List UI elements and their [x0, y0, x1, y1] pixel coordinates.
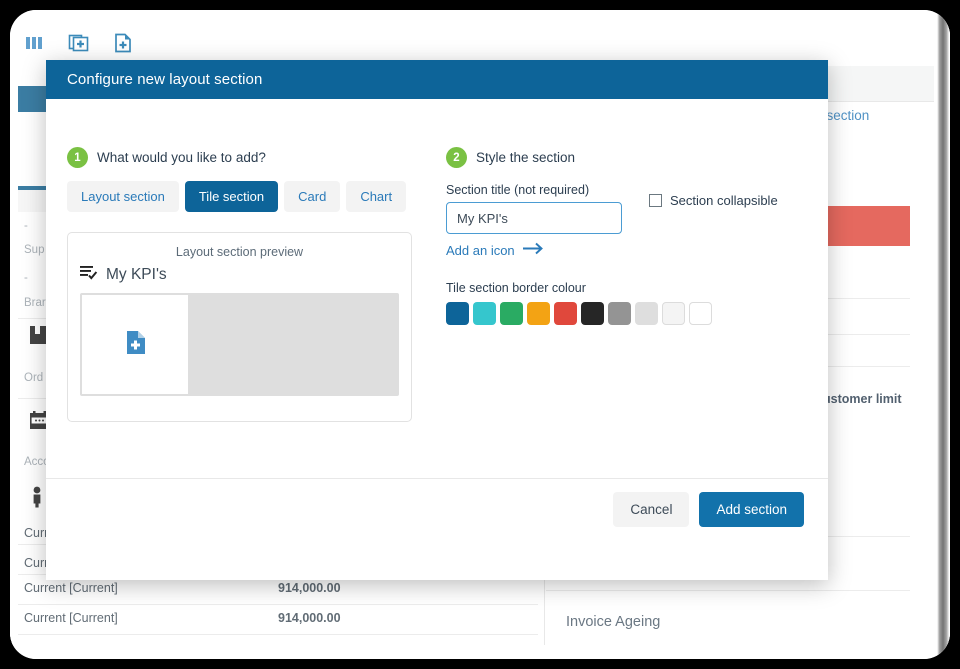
add-section-button[interactable]: Add section: [699, 492, 804, 527]
step-1-badge: 1: [67, 147, 88, 168]
step-1-row: 1 What would you like to add?: [67, 147, 437, 168]
layout-section-preview: Layout section preview My KPI's: [67, 232, 412, 422]
swatch-grey[interactable]: [608, 302, 631, 325]
border-colour-label: Tile section border colour: [446, 281, 586, 295]
swatch-teal[interactable]: [473, 302, 496, 325]
add-an-icon-link[interactable]: Add an icon: [446, 242, 545, 258]
list-check-icon: [80, 265, 98, 285]
step-2-badge: 2: [446, 147, 467, 168]
swatch-light-grey[interactable]: [635, 302, 658, 325]
swatch-red[interactable]: [554, 302, 577, 325]
configure-layout-section-dialog: Configure new layout section 1 What woul…: [46, 60, 828, 580]
cancel-button[interactable]: Cancel: [613, 492, 690, 527]
swatch-white[interactable]: [689, 302, 712, 325]
swatch-black[interactable]: [581, 302, 604, 325]
preview-tile-strip: [80, 293, 399, 396]
add-document-icon: [125, 330, 146, 360]
step-1-label: What would you like to add?: [97, 150, 266, 165]
tab-chart[interactable]: Chart: [346, 181, 407, 212]
swatch-orange[interactable]: [527, 302, 550, 325]
tab-card[interactable]: Card: [284, 181, 341, 212]
preview-caption: Layout section preview: [175, 245, 304, 259]
section-title-input[interactable]: [446, 202, 622, 234]
step-2-row: 2 Style the section: [446, 147, 816, 168]
dialog-body: 1 What would you like to add? Layout sec…: [46, 99, 828, 540]
add-an-icon-label: Add an icon: [446, 242, 515, 258]
tab-tile-section[interactable]: Tile section: [184, 181, 279, 212]
section-type-tabs: Layout section Tile section Card Chart: [67, 181, 437, 212]
swatch-green[interactable]: [500, 302, 523, 325]
dialog-right-column: 2 Style the section Section title (not r…: [446, 99, 816, 325]
preview-tile[interactable]: [82, 295, 188, 394]
arrow-right-icon: [522, 242, 545, 258]
dialog-footer: Cancel Add section: [46, 478, 828, 540]
border-colour-swatches: [446, 302, 816, 325]
browser-frame: - Sup - Brar Ord Acco Curr Curr Current …: [10, 10, 950, 659]
dialog-header: Configure new layout section: [46, 60, 828, 99]
section-collapsible-label: Section collapsible: [670, 193, 778, 208]
preview-title-row: My KPI's: [68, 259, 411, 285]
section-collapsible-checkbox[interactable]: [649, 194, 662, 207]
section-collapsible-toggle[interactable]: Section collapsible: [649, 193, 778, 208]
swatch-blue[interactable]: [446, 302, 469, 325]
dialog-title: Configure new layout section: [67, 71, 263, 88]
dialog-left-column: 1 What would you like to add? Layout sec…: [67, 99, 437, 422]
step-2-label: Style the section: [476, 150, 576, 165]
tab-layout-section[interactable]: Layout section: [67, 181, 179, 212]
swatch-lighter-grey[interactable]: [662, 302, 685, 325]
preview-section-title: My KPI's: [106, 266, 167, 283]
